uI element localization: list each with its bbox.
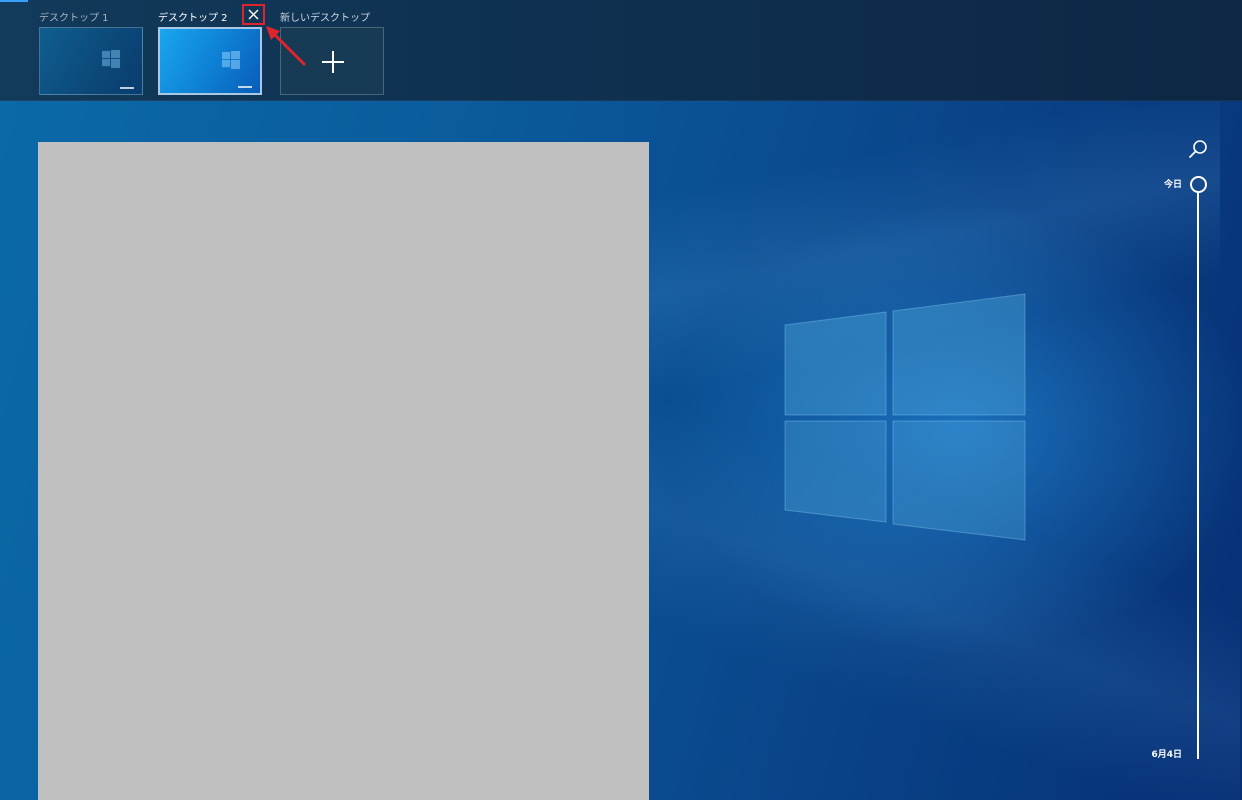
timeline-scrubber-handle[interactable] (1190, 176, 1207, 193)
windows-logo-icon (784, 293, 1026, 541)
desktop-2-thumbnail[interactable] (158, 27, 262, 95)
search-icon[interactable] (1187, 138, 1209, 160)
windows-logo-icon (102, 50, 120, 68)
taskbar-preview (120, 87, 134, 89)
windows-logo-icon (222, 51, 240, 69)
timeline-date-label: 6月4日 (1151, 750, 1182, 760)
taskbar-preview (238, 86, 252, 88)
annotation-arrow-icon (266, 26, 306, 66)
timeline-today-label: 今日 (1163, 180, 1182, 190)
plus-icon (322, 51, 344, 73)
desktop-2-label: デスクトップ 2 (158, 13, 228, 24)
desktop-1-label: デスクトップ 1 (39, 13, 109, 24)
timeline-track[interactable] (1197, 192, 1199, 759)
window-placeholder (38, 142, 649, 800)
close-icon (248, 9, 259, 20)
desktop-1-thumbnail[interactable] (39, 27, 143, 95)
task-view-desktop-strip: デスクトップ 1 デスクトップ 2 新しいデスクトップ (0, 0, 1242, 101)
accent-line (0, 0, 28, 2)
